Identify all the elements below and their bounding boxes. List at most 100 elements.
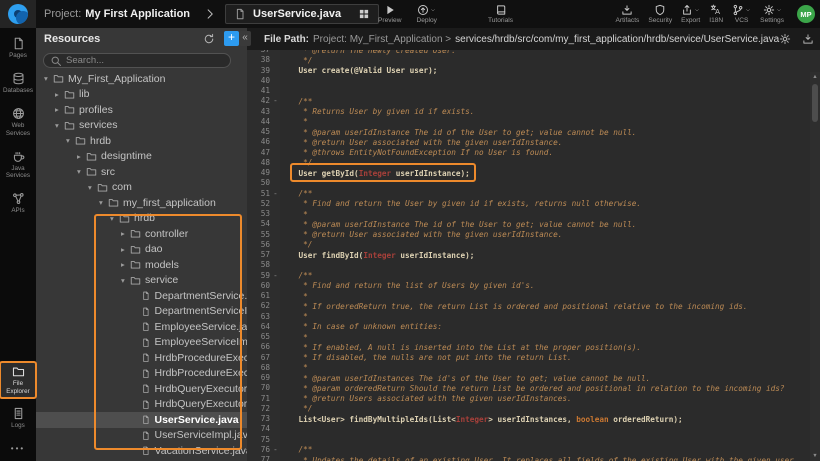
code-text[interactable]: * Find and return the User by given id i… (280, 199, 641, 208)
code-text[interactable]: * @return User associated with the given… (280, 138, 562, 147)
topbar-action-security[interactable]: Security (648, 4, 672, 24)
collapse-panel-button[interactable]: « (239, 31, 251, 46)
tree-caret-icon[interactable]: ▸ (77, 152, 86, 161)
tab-userservice-java[interactable]: UserService.java (225, 4, 379, 24)
code-text[interactable]: /** (280, 189, 312, 198)
fold-marker[interactable]: - (271, 445, 280, 455)
code-text[interactable]: * Updates the details of an existing Use… (280, 456, 798, 461)
tree-item-src[interactable]: ▾src (36, 164, 247, 180)
code-text[interactable]: * @return User associated with the given… (280, 230, 562, 239)
code-text[interactable]: * @param userIdInstance The id of the Us… (280, 220, 636, 229)
tree-caret-icon[interactable]: ▾ (44, 74, 53, 83)
code-text[interactable]: */ (280, 158, 312, 167)
tree-caret-icon[interactable]: ▾ (110, 214, 119, 223)
sidebar-item-web-services[interactable]: Web Services (0, 104, 36, 139)
tree-caret-icon[interactable]: ▸ (121, 229, 130, 238)
code-text[interactable]: * @return Users associated with the give… (280, 394, 572, 403)
tree-item-employeeserviceimpl-java[interactable]: EmployeeServiceImpl.java (36, 335, 247, 351)
tree-caret-icon[interactable]: ▸ (121, 260, 130, 269)
topbar-action-settings[interactable]: Settings (760, 4, 784, 24)
code-text[interactable]: * @param userIdInstances The id's of the… (280, 374, 650, 383)
tree-item-userservice-java[interactable]: UserService.java (36, 412, 247, 428)
code-editor[interactable]: 37 * @return The newly created User.38 *… (247, 50, 820, 461)
tree-item-com[interactable]: ▾com (36, 180, 247, 196)
search-box[interactable] (43, 53, 231, 68)
editor-scrollbar[interactable]: ▲ ▼ (810, 72, 820, 461)
download-file-icon[interactable] (802, 33, 814, 45)
file-settings-icon[interactable] (779, 33, 791, 45)
tree-item-models[interactable]: ▸models (36, 257, 247, 273)
tree-item-controller[interactable]: ▸controller (36, 226, 247, 242)
code-text[interactable]: * (280, 292, 308, 301)
code-text[interactable]: /** (280, 271, 312, 280)
search-input[interactable] (66, 55, 224, 66)
code-text[interactable]: List<User> findByMultipleIds(List<Intege… (280, 415, 683, 424)
tree-item-hrdb[interactable]: ▾hrdb (36, 133, 247, 149)
tree-item-hrdbqueryexecutorservice-java[interactable]: HrdbQueryExecutorService.java (36, 381, 247, 397)
code-text[interactable]: * If enabled, A null is inserted into th… (280, 343, 641, 352)
tree-caret-icon[interactable]: ▾ (99, 198, 108, 207)
code-text[interactable]: * @param orderedReturn Should the return… (280, 384, 784, 393)
code-text[interactable]: User getById(Integer userIdInstance); (280, 169, 470, 178)
tree-item-departmentserviceimpl-java[interactable]: DepartmentServiceImpl.java (36, 304, 247, 320)
scrollbar-thumb[interactable] (812, 84, 818, 122)
code-text[interactable]: * @param userIdInstance The id of the Us… (280, 128, 636, 137)
tree-item-vacationservice-java[interactable]: VacationService.java (36, 443, 247, 459)
tree-item-profiles[interactable]: ▸profiles (36, 102, 247, 118)
tree-item-designtime[interactable]: ▸designtime (36, 149, 247, 165)
topbar-action-vcs[interactable]: VCS (732, 4, 751, 24)
grid-icon[interactable] (358, 8, 370, 20)
tree-item-lib[interactable]: ▸lib (36, 87, 247, 103)
chevron-right-icon[interactable] (204, 8, 216, 20)
fold-marker[interactable]: - (271, 189, 280, 199)
tree-item-employeeservice-java[interactable]: EmployeeService.java (36, 319, 247, 335)
topbar-action-preview[interactable]: Preview (378, 4, 401, 24)
add-resource-button[interactable]: + (224, 31, 239, 46)
sidebar-item-logs[interactable]: Logs (0, 404, 36, 432)
code-text[interactable]: * (280, 117, 308, 126)
tree-caret-icon[interactable]: ▾ (121, 276, 130, 285)
tree-caret-icon[interactable]: ▾ (66, 136, 75, 145)
tree-caret-icon[interactable]: ▸ (121, 245, 130, 254)
topbar-action-artifacts[interactable]: Artifacts (616, 4, 640, 24)
code-text[interactable]: * If orderedReturn true, the return List… (280, 302, 747, 311)
code-text[interactable]: * If disabled, the nulls are not put int… (280, 353, 572, 362)
sidebar-item-databases[interactable]: Databases (0, 69, 36, 97)
tree-item-hrdbqueryexecutorserviceimpl-java[interactable]: HrdbQueryExecutorServiceImpl.java (36, 397, 247, 413)
code-text[interactable]: /** (280, 445, 312, 454)
code-text[interactable]: * Find and return the list of Users by g… (280, 281, 535, 290)
topbar-action-deploy[interactable]: Deploy (416, 4, 437, 24)
tree-caret-icon[interactable]: ▾ (88, 183, 97, 192)
tree-item-hrdbprocedureexecutorserviceimpl-java[interactable]: HrdbProcedureExecutorServiceImpl.java (36, 366, 247, 382)
tree-caret-icon[interactable]: ▾ (77, 167, 86, 176)
code-text[interactable]: */ (280, 240, 312, 249)
tree-item-my-first-application[interactable]: ▾My_First_Application (36, 71, 247, 87)
sidebar-item-apis[interactable]: APIs (0, 189, 36, 217)
rail-more-button[interactable]: ••• (11, 438, 25, 457)
tree-caret-icon[interactable]: ▸ (55, 90, 64, 99)
user-avatar[interactable]: MP (797, 5, 815, 23)
code-text[interactable]: * (280, 210, 308, 219)
tree-item-hrdb[interactable]: ▾hrdb (36, 211, 247, 227)
scroll-up-icon[interactable]: ▲ (810, 74, 820, 80)
topbar-action-tutorials[interactable]: Tutorials (488, 4, 513, 24)
code-text[interactable]: User findById(Integer userIdInstance); (280, 251, 474, 260)
tree-item-departmentservice-java[interactable]: DepartmentService.java (36, 288, 247, 304)
refresh-icon[interactable] (203, 33, 215, 45)
code-text[interactable]: /** (280, 97, 312, 106)
tree-caret-icon[interactable]: ▾ (55, 121, 64, 130)
code-text[interactable]: * (280, 333, 308, 342)
sidebar-item-java-services[interactable]: Java Services (0, 147, 36, 182)
code-text[interactable]: * Returns User by given id if exists. (280, 107, 474, 116)
app-logo[interactable] (0, 0, 36, 28)
topbar-action-i18n[interactable]: AI18N (709, 4, 723, 24)
tree-item-services[interactable]: ▾services (36, 118, 247, 134)
scroll-down-icon[interactable]: ▼ (810, 453, 820, 459)
fold-marker[interactable]: - (271, 271, 280, 281)
code-text[interactable]: * @return The newly created User. (280, 50, 456, 55)
topbar-action-export[interactable]: Export (681, 4, 700, 24)
code-text[interactable]: */ (280, 56, 312, 65)
tree-item-service[interactable]: ▾service (36, 273, 247, 289)
code-text[interactable]: * (280, 363, 308, 372)
tree-item-dao[interactable]: ▸dao (36, 242, 247, 258)
